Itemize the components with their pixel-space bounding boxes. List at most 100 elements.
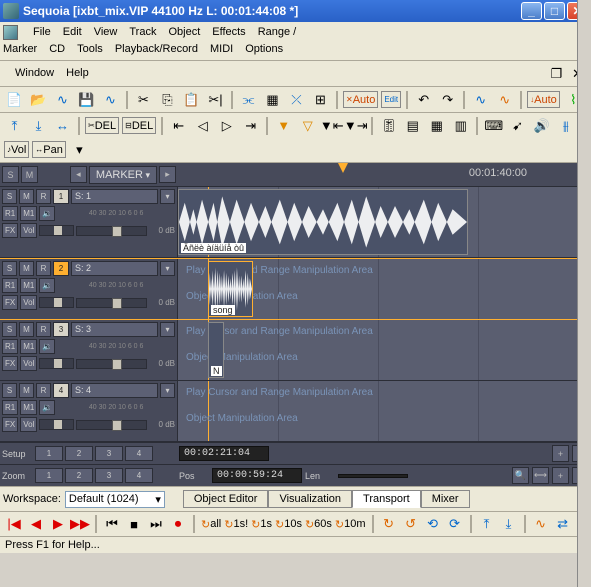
loop1-icon[interactable]: ↻ <box>380 515 398 533</box>
menu-playback-record[interactable]: Playback/Record <box>109 41 204 57</box>
global-solo-button[interactable]: S <box>2 166 19 183</box>
marker4-icon[interactable]: ▼⇥ <box>345 115 366 136</box>
copy-icon[interactable]: ⎘ <box>157 89 178 110</box>
nav-next-icon[interactable]: ▷ <box>216 115 237 136</box>
track-solo-button[interactable]: S <box>2 383 17 398</box>
loop-1s![interactable]: ↻1s! <box>224 518 248 531</box>
time-ruler[interactable]: 00:01:40:00 <box>178 163 577 186</box>
track-name-field[interactable]: S: 3 <box>71 322 158 337</box>
track-name-field[interactable]: S: 2 <box>71 261 158 276</box>
tab-visualization[interactable]: Visualization <box>268 490 352 508</box>
volume-fader[interactable] <box>76 359 147 369</box>
zoomnums-2[interactable]: 2 <box>65 468 93 483</box>
track-fx-button[interactable]: FX <box>2 417 18 432</box>
loop-10m[interactable]: ↻10m <box>335 518 366 531</box>
wave-save-icon[interactable]: ∿ <box>100 89 121 110</box>
volume-fader[interactable] <box>76 420 147 430</box>
paste-icon[interactable]: 📋 <box>181 89 202 110</box>
menu-tools[interactable]: Tools <box>71 41 109 57</box>
track-expand-button[interactable]: ▾ <box>160 261 175 276</box>
new-icon[interactable]: 📄 <box>4 89 25 110</box>
del2-icon[interactable]: ⊟DEL <box>122 117 156 134</box>
menu-restore-button[interactable]: ❐ <box>546 63 567 84</box>
nav-end-icon[interactable]: ⇥ <box>240 115 261 136</box>
keys-icon[interactable]: ⌨ <box>483 115 504 136</box>
play-button[interactable]: ▶ <box>49 515 67 533</box>
track-r1-button[interactable]: R1 <box>2 339 18 354</box>
track-fx-button[interactable]: FX <box>2 295 18 310</box>
pan-knob[interactable] <box>39 225 74 236</box>
wave1-icon[interactable]: ∿ <box>470 89 491 110</box>
menu-file[interactable]: File <box>27 24 57 40</box>
tab-object-editor[interactable]: Object Editor <box>183 490 269 508</box>
undo-icon[interactable]: ↶ <box>413 89 434 110</box>
track-name-field[interactable]: S: 1 <box>71 189 158 204</box>
track-r1-button[interactable]: R1 <box>2 206 18 221</box>
marker-dropdown[interactable]: MARKER ▾ <box>89 166 157 184</box>
pan-knob[interactable] <box>39 297 74 308</box>
track-area[interactable]: Äñëè àíäüíå òû <box>178 187 591 257</box>
volume-fader[interactable] <box>76 298 147 308</box>
forward-button[interactable]: ▶▶ <box>71 515 89 533</box>
zoomnums-3[interactable]: 3 <box>95 468 123 483</box>
split-icon[interactable]: ✂| <box>205 89 226 110</box>
setupnums-1[interactable]: 1 <box>35 446 63 461</box>
pan-knob[interactable] <box>39 358 74 369</box>
track-number[interactable]: 4 <box>53 383 69 398</box>
punch2-icon[interactable]: ⤓ <box>500 515 518 533</box>
track-fx-button[interactable]: FX <box>2 356 18 371</box>
window3-icon[interactable]: ▥ <box>450 115 471 136</box>
goto-start-button[interactable]: |◀ <box>5 515 23 533</box>
marker3-icon[interactable]: ▼⇤ <box>321 115 342 136</box>
track-fx-button[interactable]: FX <box>2 223 18 238</box>
track-m1-button[interactable]: M1 <box>20 206 37 221</box>
track-rec-button[interactable]: R <box>36 322 51 337</box>
track-scroll[interactable] <box>577 0 591 587</box>
tab-transport[interactable]: Transport <box>352 490 421 508</box>
stop-button[interactable]: ■ <box>125 515 143 533</box>
menu-track[interactable]: Track <box>123 24 162 40</box>
track-expand-button[interactable]: ▾ <box>160 383 175 398</box>
marker1-icon[interactable]: ▼ <box>273 115 294 136</box>
minimize-button[interactable]: _ <box>521 2 542 20</box>
audio-clip[interactable]: song <box>208 261 253 317</box>
marker-next-button[interactable]: ▸ <box>159 166 176 183</box>
record-button[interactable]: ⏺ <box>169 515 187 533</box>
marker-prev-button[interactable]: ◂ <box>70 166 87 183</box>
track-expand-button[interactable]: ▾ <box>160 322 175 337</box>
track-solo-button[interactable]: S <box>2 261 17 276</box>
nav-start-icon[interactable]: ⇤ <box>168 115 189 136</box>
freq-icon[interactable]: ⫵ <box>555 115 576 136</box>
track-solo-button[interactable]: S <box>2 189 17 204</box>
audio-clip[interactable]: Äñëè àíäüíå òû <box>178 189 468 255</box>
more-icon[interactable]: ▾ <box>69 139 90 160</box>
track-name-field[interactable]: S: 4 <box>71 383 158 398</box>
audio-clip[interactable]: N <box>208 322 224 378</box>
zoom-in-icon[interactable]: + <box>552 467 569 484</box>
menu-window[interactable]: Window <box>9 65 60 81</box>
redo-icon[interactable]: ↷ <box>437 89 458 110</box>
marker-icon[interactable] <box>338 163 348 173</box>
setupnums-4[interactable]: 4 <box>125 446 153 461</box>
track-rec-button[interactable]: R <box>36 189 51 204</box>
loop3-icon[interactable]: ⟲ <box>424 515 442 533</box>
track-solo-button[interactable]: S <box>2 322 17 337</box>
mixer-icon[interactable]: 🎚 <box>378 115 399 136</box>
crossfade-icon[interactable]: ⤫ <box>286 89 307 110</box>
zoomnums-4[interactable]: 4 <box>125 468 153 483</box>
menu-view[interactable]: View <box>88 24 124 40</box>
track-rec-button[interactable]: R <box>36 383 51 398</box>
monitor-icon[interactable]: ∿ <box>532 515 550 533</box>
auto2-button[interactable]: ↓Auto <box>527 91 560 108</box>
marker2-icon[interactable]: ▽ <box>297 115 318 136</box>
track-speaker-icon[interactable]: 🔉 <box>39 278 55 293</box>
vol-tool-icon[interactable]: ♪Vol <box>4 141 29 158</box>
group-icon[interactable]: ⊞ <box>310 89 331 110</box>
track-m1-button[interactable]: M1 <box>20 278 37 293</box>
hzoom-btn1[interactable]: + <box>552 445 569 462</box>
workspace-dropdown[interactable]: Default (1024)▾ <box>65 491 165 508</box>
glue-icon[interactable]: ⫘ <box>238 89 259 110</box>
punch1-icon[interactable]: ⤒ <box>478 515 496 533</box>
track-mute-button[interactable]: M <box>19 383 34 398</box>
speaker-icon[interactable]: 🔊 <box>531 115 552 136</box>
